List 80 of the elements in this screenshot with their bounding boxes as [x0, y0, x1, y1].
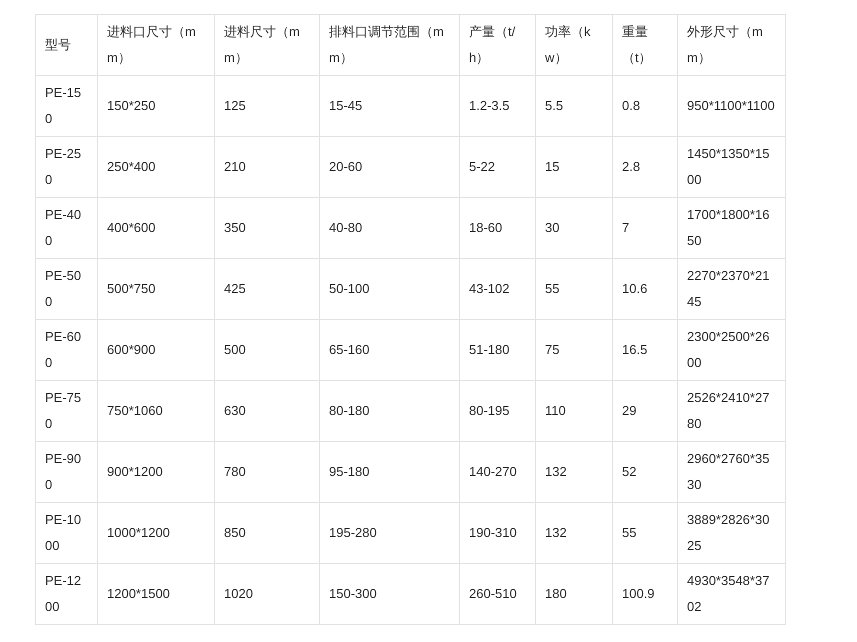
column-header: 产量（t/h）: [469, 24, 516, 65]
table-cell: PE-250: [45, 146, 82, 187]
table-cell: 0.8: [622, 98, 640, 113]
table-cell: 2300*2500*2600: [687, 329, 770, 370]
table-cell: 500: [224, 342, 246, 357]
table-cell: 150*250: [107, 98, 156, 113]
table-cell: 4930*3548*3702: [687, 573, 770, 614]
column-header: 外形尺寸（mm）: [687, 24, 763, 65]
column-header: 功率（kw）: [545, 24, 590, 65]
table-cell: 100.9: [622, 586, 655, 601]
table-cell: PE-900: [45, 451, 82, 492]
column-header: 型号: [45, 37, 71, 52]
table-cell: PE-1000: [45, 512, 82, 553]
table-cell: 400*600: [107, 220, 156, 235]
table-cell: 1200*1500: [107, 586, 170, 601]
table-cell: PE-750: [45, 390, 82, 431]
table-cell: PE-400: [45, 207, 82, 248]
table-cell: 132: [545, 464, 567, 479]
table-cell: 40-80: [329, 220, 362, 235]
table-cell: 5-22: [469, 159, 496, 174]
table-cell: 1450*1350*1500: [687, 146, 770, 187]
table-cell: 780: [224, 464, 246, 479]
table-cell: 15: [545, 159, 560, 174]
table-cell: 80-195: [469, 403, 510, 418]
column-header: 重量（t）: [622, 24, 652, 65]
table-cell: 30: [545, 220, 560, 235]
table-cell: 750*1060: [107, 403, 163, 418]
column-header: 排料口调节范围（mm）: [329, 24, 444, 65]
table-cell: 950*1100*1100: [687, 98, 775, 113]
table-cell: 20-60: [329, 159, 362, 174]
table-cell: 2270*2370*2145: [687, 268, 770, 309]
table-cell: 80-180: [329, 403, 370, 418]
table-cell: 132: [545, 525, 567, 540]
table-cell: 5.5: [545, 98, 564, 113]
table-cell: 350: [224, 220, 246, 235]
table-cell: 15-45: [329, 98, 362, 113]
table-cell: 180: [545, 586, 567, 601]
table-cell: 51-180: [469, 342, 510, 357]
table-cell: 75: [545, 342, 560, 357]
table-cell: 140-270: [469, 464, 517, 479]
table-cell: 7: [622, 220, 630, 235]
table-cell: 125: [224, 98, 246, 113]
table-cell: 1020: [224, 586, 253, 601]
table-cell: 3889*2826*3025: [687, 512, 770, 553]
table-cell: PE-600: [45, 329, 82, 370]
table-cell: 1.2-3.5: [469, 98, 510, 113]
table-cell: 55: [545, 281, 560, 296]
column-header: 进料口尺寸（mm）: [107, 24, 196, 65]
table-cell: 55: [622, 525, 636, 540]
table-cell: 425: [224, 281, 246, 296]
table-cell: 2960*2760*3530: [687, 451, 770, 492]
table-cell: 52: [622, 464, 636, 479]
table-cell: 29: [622, 403, 636, 418]
table-cell: 250*400: [107, 159, 156, 174]
table-cell: 2526*2410*2780: [687, 390, 770, 431]
table-cell: 18-60: [469, 220, 502, 235]
table-cell: PE-150: [45, 85, 82, 126]
table-cell: 500*750: [107, 281, 156, 296]
table-cell: 260-510: [469, 586, 517, 601]
table-cell: 110: [545, 403, 566, 418]
table-cell: 43-102: [469, 281, 510, 296]
table-cell: 850: [224, 525, 246, 540]
table-cell: 16.5: [622, 342, 648, 357]
table-cell: 195-280: [329, 525, 377, 540]
table-cell: 900*1200: [107, 464, 163, 479]
table-cell: 630: [224, 403, 246, 418]
table-cell: 600*900: [107, 342, 156, 357]
table-cell: 95-180: [329, 464, 370, 479]
table-cell: 190-310: [469, 525, 517, 540]
table-cell: 65-160: [329, 342, 370, 357]
table-cell: 210: [224, 159, 246, 174]
table-cell: 50-100: [329, 281, 370, 296]
table-cell: PE-1200: [45, 573, 82, 614]
table-cell: 2.8: [622, 159, 640, 174]
table-cell: 10.6: [622, 281, 648, 296]
table-cell: 1000*1200: [107, 525, 170, 540]
column-header: 进料尺寸（mm）: [224, 24, 300, 65]
table-cell: PE-500: [45, 268, 82, 309]
table-cell: 1700*1800*1650: [687, 207, 770, 248]
table-cell: 150-300: [329, 586, 377, 601]
